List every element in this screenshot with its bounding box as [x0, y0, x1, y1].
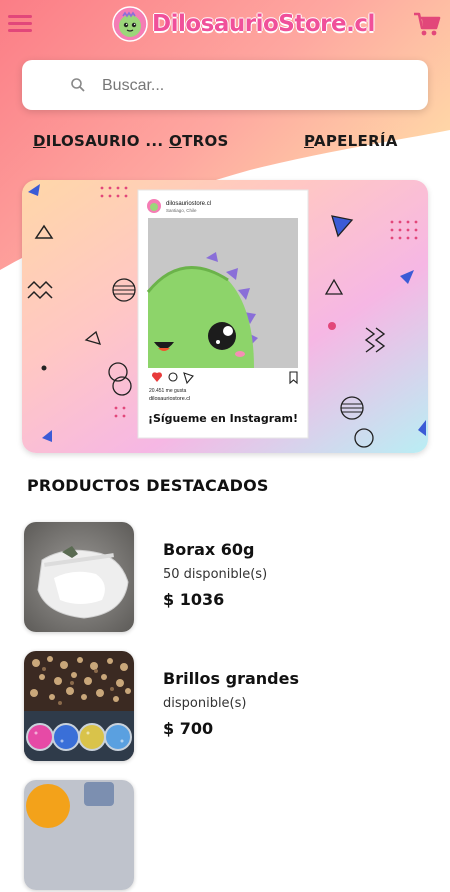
- tab-otros[interactable]: OTROS: [169, 132, 229, 150]
- search-icon: [71, 78, 85, 92]
- hamburger-menu-icon[interactable]: [8, 12, 34, 34]
- product-card[interactable]: Borax 60g 50 disponible(s) $ 1036: [24, 522, 424, 634]
- search-bar: [22, 60, 428, 112]
- ig-handle: dilosauriostore.cl: [166, 201, 211, 207]
- product-price: $ 700: [163, 719, 214, 738]
- tab-papeleria[interactable]: PAPELERÍA: [304, 132, 398, 150]
- dino-mascot-icon: [112, 6, 148, 42]
- top-app-bar: DilosaurioStore.cl: [0, 0, 450, 48]
- product-name: Borax 60g: [163, 540, 255, 559]
- brand-logo[interactable]: DilosaurioStore.cl: [112, 4, 375, 44]
- product-stock: 50 disponible(s): [163, 567, 268, 582]
- search-input[interactable]: [100, 60, 414, 112]
- product-name: Brillos grandes: [163, 669, 299, 688]
- product-card[interactable]: [24, 780, 424, 892]
- product-image[interactable]: [24, 780, 134, 890]
- product-image[interactable]: [24, 522, 134, 632]
- ig-cta: ¡Sígueme en Instagram!: [148, 412, 298, 425]
- ig-likes: 20.451 me gusta: [149, 388, 186, 394]
- product-image[interactable]: [24, 651, 134, 761]
- product-stock: disponible(s): [163, 696, 247, 711]
- tab-dilosaurio[interactable]: DILOSAURIO ...: [33, 132, 163, 150]
- product-price: $ 1036: [163, 590, 225, 609]
- featured-section-title: PRODUCTOS DESTACADOS: [27, 476, 269, 495]
- category-tabs: DILOSAURIO ... OTROS PAPELERÍA: [0, 132, 450, 160]
- shopping-cart-icon[interactable]: [412, 10, 442, 38]
- brand-name: DilosaurioStore.cl: [152, 11, 375, 37]
- banner-artwork: dilosauriostore.cl Santiago, Chile 20.45…: [22, 180, 428, 453]
- ig-location: Santiago, Chile: [166, 208, 197, 213]
- ig-caption-handle: dilosauriostore.cl: [149, 396, 190, 402]
- product-card[interactable]: Brillos grandes disponible(s) $ 700: [24, 651, 424, 763]
- instagram-promo-banner[interactable]: dilosauriostore.cl Santiago, Chile 20.45…: [22, 180, 428, 453]
